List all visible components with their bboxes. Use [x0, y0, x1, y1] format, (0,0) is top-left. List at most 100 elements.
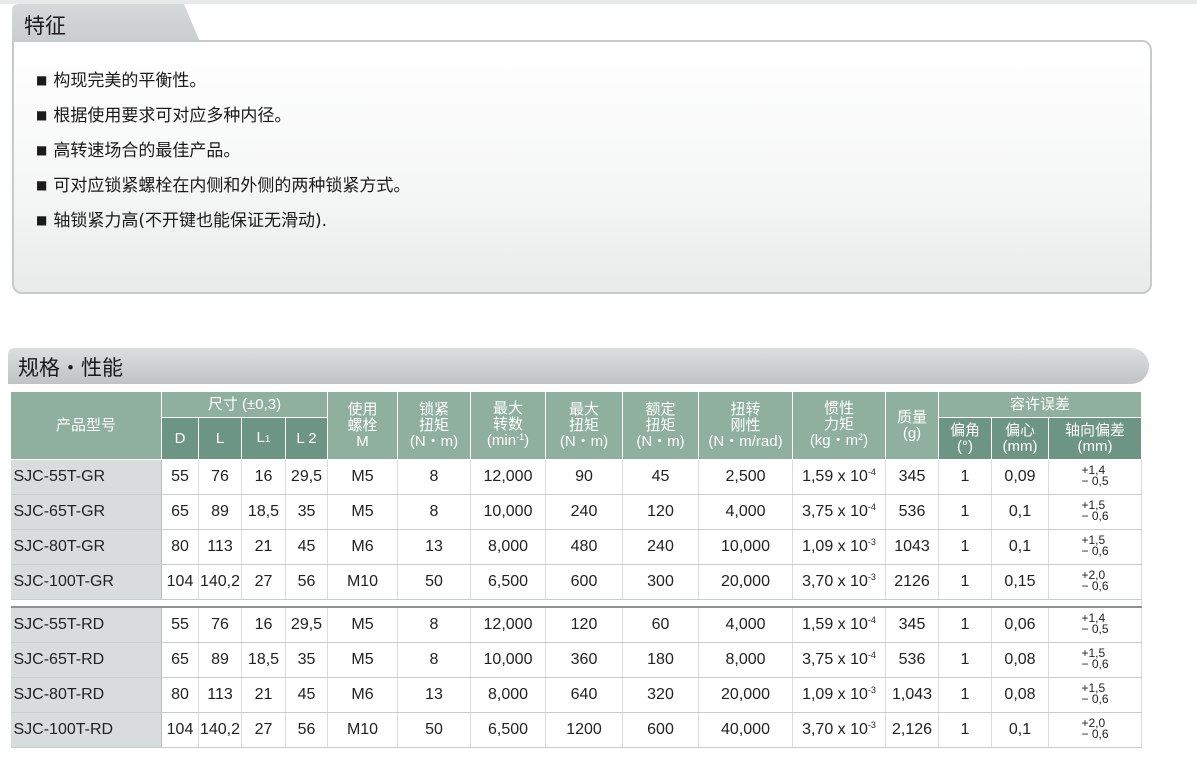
- cell-ang: 1: [938, 677, 992, 713]
- cell-bolt: M6: [327, 677, 398, 713]
- cell-stiff: 10,000: [698, 529, 793, 565]
- cell-maxt: 120: [545, 607, 623, 643]
- cell-inertia: 3,70 x 10-3: [792, 564, 886, 600]
- table-row: SJC-55T-RD 55 76 16 29,5 M5 8 12,000 120 60 4,000 1…: [10, 607, 1142, 643]
- cell-ecc: 0,09: [991, 459, 1049, 495]
- cell-l2: 45: [285, 677, 328, 713]
- cell-l2: 35: [285, 642, 328, 678]
- cell-axial-tolerance: +1,4− 0,5: [1048, 607, 1142, 643]
- cell-stiff: 4,000: [698, 494, 793, 530]
- col-max-torque: 最大 扭矩 (N・m): [545, 391, 623, 460]
- cell-maxt: 480: [545, 529, 623, 565]
- cell-axial-tolerance: +1,5− 0,6: [1048, 529, 1142, 565]
- cell-model: SJC-80T-RD: [10, 677, 162, 713]
- cell-model: SJC-55T-GR: [10, 459, 162, 495]
- cell-maxt: 1200: [545, 712, 623, 748]
- cell-d: 65: [161, 642, 199, 678]
- cell-mass: 1043: [885, 529, 939, 565]
- col-stiffness: 扭转 刚性 (N・m/rad): [698, 391, 793, 460]
- col-l1: L1: [241, 417, 286, 460]
- cell-inertia: 3,70 x 10-3: [792, 712, 886, 748]
- top-divider: [0, 0, 1197, 4]
- cell-rated: 45: [622, 459, 699, 495]
- cell-bolt: M6: [327, 529, 398, 565]
- cell-axial-tolerance: +1,4− 0,5: [1048, 459, 1142, 495]
- features-panel: ■ 构现完美的平衡性。 ■ 根据使用要求可对应多种内径。 ■ 高转速场合的最佳产品。 …: [12, 40, 1152, 294]
- cell-l1: 18,5: [241, 494, 286, 530]
- spec-table-body: SJC-55T-GR 55 76 16 29,5 M5 8 12,000 90 45 2,500 1,…: [10, 459, 1142, 748]
- cell-l1: 16: [241, 459, 286, 495]
- table-row: SJC-80T-RD 80 113 21 45 M6 13 8,000 640 320 20,000…: [10, 677, 1142, 713]
- col-max-speed: 最大 转数 (min-1): [470, 391, 546, 460]
- cell-ecc: 0,1: [991, 712, 1049, 748]
- cell-lock: 8: [397, 459, 471, 495]
- col-bolt: 使用 螺栓 M: [327, 391, 398, 460]
- bullet-icon: ■: [36, 143, 48, 157]
- cell-rated: 300: [622, 564, 699, 600]
- cell-ecc: 0,06: [991, 607, 1049, 643]
- cell-ecc: 0,15: [991, 564, 1049, 600]
- cell-model: SJC-100T-RD: [10, 712, 162, 748]
- cell-ecc: 0,08: [991, 642, 1049, 678]
- cell-l: 140,2: [198, 564, 242, 600]
- cell-lock: 50: [397, 712, 471, 748]
- cell-model: SJC-55T-RD: [10, 607, 162, 643]
- spec-table: 产品型号 尺寸 (±0,3) 使用 螺栓 M 锁紧 扭矩 (N・m) 最大 转数 (min-…: [10, 391, 1142, 748]
- feature-text: 可对应锁紧螺栓在内侧和外侧的两种锁紧方式。: [53, 176, 411, 196]
- cell-l1: 27: [241, 712, 286, 748]
- bullet-icon: ■: [36, 108, 48, 122]
- cell-lock: 50: [397, 564, 471, 600]
- cell-speed: 6,500: [470, 564, 546, 600]
- cell-ang: 1: [938, 494, 992, 530]
- cell-speed: 6,500: [470, 712, 546, 748]
- cell-rated: 60: [622, 607, 699, 643]
- feature-item: ■ 构现完美的平衡性。: [36, 64, 410, 99]
- cell-l2: 29,5: [285, 607, 328, 643]
- table-row: SJC-100T-GR 104 140,2 27 56 M10 50 6,500 600 300 2…: [10, 564, 1142, 600]
- feature-text: 根据使用要求可对应多种内径。: [53, 106, 292, 126]
- specs-title: 规格・性能: [18, 356, 123, 380]
- cell-model: SJC-65T-RD: [10, 642, 162, 678]
- feature-item: ■ 轴锁紧力高(不开键也能保证无滑动).: [36, 204, 410, 239]
- cell-rated: 600: [622, 712, 699, 748]
- cell-l: 76: [198, 459, 242, 495]
- cell-d: 55: [161, 607, 199, 643]
- features-title: 特征: [24, 14, 66, 38]
- col-l: L: [198, 417, 242, 460]
- feature-text: 构现完美的平衡性。: [53, 71, 207, 91]
- cell-stiff: 2,500: [698, 459, 793, 495]
- col-angle: 偏角 (°): [938, 417, 992, 460]
- col-d: D: [161, 417, 199, 460]
- bullet-icon: ■: [36, 178, 48, 192]
- divider-cell: [10, 599, 1142, 608]
- cell-model: SJC-65T-GR: [10, 494, 162, 530]
- cell-l: 140,2: [198, 712, 242, 748]
- cell-stiff: 20,000: [698, 564, 793, 600]
- specs-header-bar: 规格・性能: [8, 348, 1149, 384]
- cell-mass: 2126: [885, 564, 939, 600]
- cell-d: 104: [161, 564, 199, 600]
- cell-speed: 8,000: [470, 529, 546, 565]
- cell-lock: 8: [397, 642, 471, 678]
- cell-l2: 56: [285, 712, 328, 748]
- cell-rated: 120: [622, 494, 699, 530]
- cell-l: 89: [198, 494, 242, 530]
- cell-l2: 35: [285, 494, 328, 530]
- group-divider: [10, 599, 1142, 608]
- cell-axial-tolerance: +2,0− 0,6: [1048, 564, 1142, 600]
- cell-speed: 10,000: [470, 494, 546, 530]
- cell-model: SJC-100T-GR: [10, 564, 162, 600]
- cell-inertia: 1,09 x 10-3: [792, 529, 886, 565]
- col-inertia: 惯性 力矩 (kg・m2): [792, 391, 886, 460]
- cell-l: 89: [198, 642, 242, 678]
- col-dims: 尺寸 (±0,3): [161, 391, 328, 418]
- cell-mass: 2,126: [885, 712, 939, 748]
- table-row: SJC-65T-RD 65 89 18,5 35 M5 8 10,000 360 180 8,000…: [10, 642, 1142, 678]
- cell-mass: 345: [885, 607, 939, 643]
- cell-ecc: 0,08: [991, 677, 1049, 713]
- cell-stiff: 40,000: [698, 712, 793, 748]
- cell-speed: 12,000: [470, 607, 546, 643]
- feature-item: ■ 根据使用要求可对应多种内径。: [36, 99, 410, 134]
- cell-l1: 21: [241, 529, 286, 565]
- feature-text: 高转速场合的最佳产品。: [53, 141, 241, 161]
